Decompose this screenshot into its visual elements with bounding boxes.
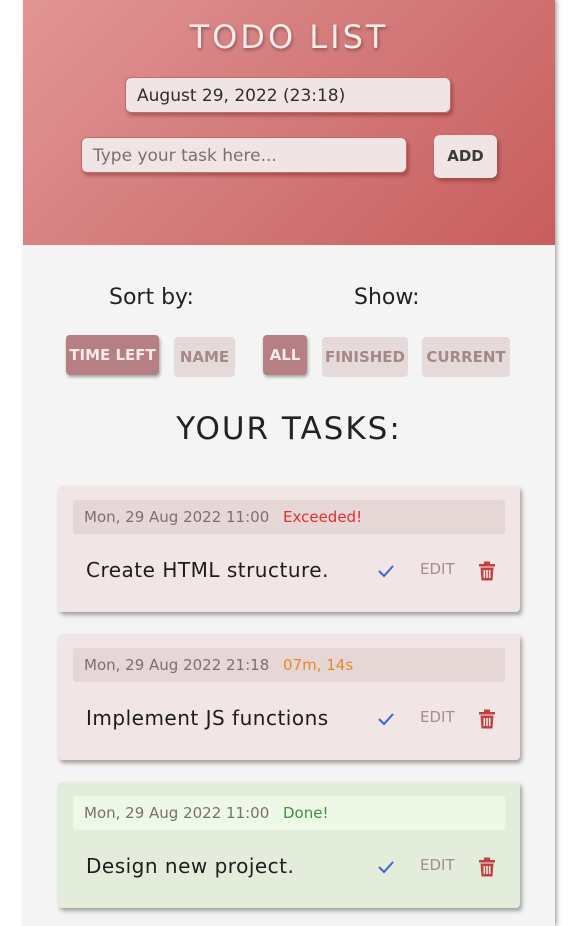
task-meta: Mon, 29 Aug 2022 11:00 Exceeded! — [73, 500, 505, 534]
edit-button[interactable]: EDIT — [420, 856, 455, 874]
trash-icon[interactable] — [478, 709, 496, 729]
app-header: TODO LIST August 29, 2022 (23:18) Type y… — [23, 0, 555, 245]
task-text: Create HTML structure. — [86, 558, 329, 582]
task-status: Exceeded! — [283, 508, 363, 526]
sort-label: Sort by: — [109, 285, 194, 310]
check-icon[interactable] — [376, 709, 396, 729]
check-icon[interactable] — [376, 561, 396, 581]
task-text: Implement JS functions — [86, 706, 329, 730]
show-all-button[interactable]: ALL — [263, 335, 307, 375]
todo-app: TODO LIST August 29, 2022 (23:18) Type y… — [23, 0, 555, 926]
show-label: Show: — [354, 285, 420, 310]
task-status: 07m, 14s — [283, 656, 354, 674]
tasks-heading: YOUR TASKS: — [176, 411, 402, 447]
task-status: Done! — [283, 804, 329, 822]
add-button[interactable]: ADD — [434, 135, 497, 178]
task-deadline: Mon, 29 Aug 2022 11:00 — [84, 508, 270, 526]
trash-icon[interactable] — [478, 857, 496, 877]
show-finished-button[interactable]: FINISHED — [322, 337, 408, 377]
task-deadline: Mon, 29 Aug 2022 21:18 — [84, 656, 270, 674]
trash-icon[interactable] — [478, 561, 496, 581]
sort-name-button[interactable]: NAME — [174, 337, 235, 377]
task-meta: Mon, 29 Aug 2022 11:00 Done! — [73, 796, 505, 830]
app-title: TODO LIST — [189, 18, 389, 56]
task-deadline: Mon, 29 Aug 2022 11:00 — [84, 804, 270, 822]
check-icon[interactable] — [376, 857, 396, 877]
task-text: Design new project. — [86, 854, 295, 878]
task-input[interactable]: Type your task here... — [81, 137, 407, 173]
edit-button[interactable]: EDIT — [420, 560, 455, 578]
edit-button[interactable]: EDIT — [420, 708, 455, 726]
sort-time-left-button[interactable]: TIME LEFT — [66, 335, 159, 375]
date-display[interactable]: August 29, 2022 (23:18) — [125, 77, 451, 113]
task-meta: Mon, 29 Aug 2022 21:18 07m, 14s — [73, 648, 505, 682]
task-card: Mon, 29 Aug 2022 11:00 Exceeded! Create … — [58, 486, 520, 612]
task-card: Mon, 29 Aug 2022 21:18 07m, 14s Implemen… — [58, 634, 520, 760]
task-card: Mon, 29 Aug 2022 11:00 Done! Design new … — [58, 782, 520, 908]
show-current-button[interactable]: CURRENT — [422, 337, 510, 377]
